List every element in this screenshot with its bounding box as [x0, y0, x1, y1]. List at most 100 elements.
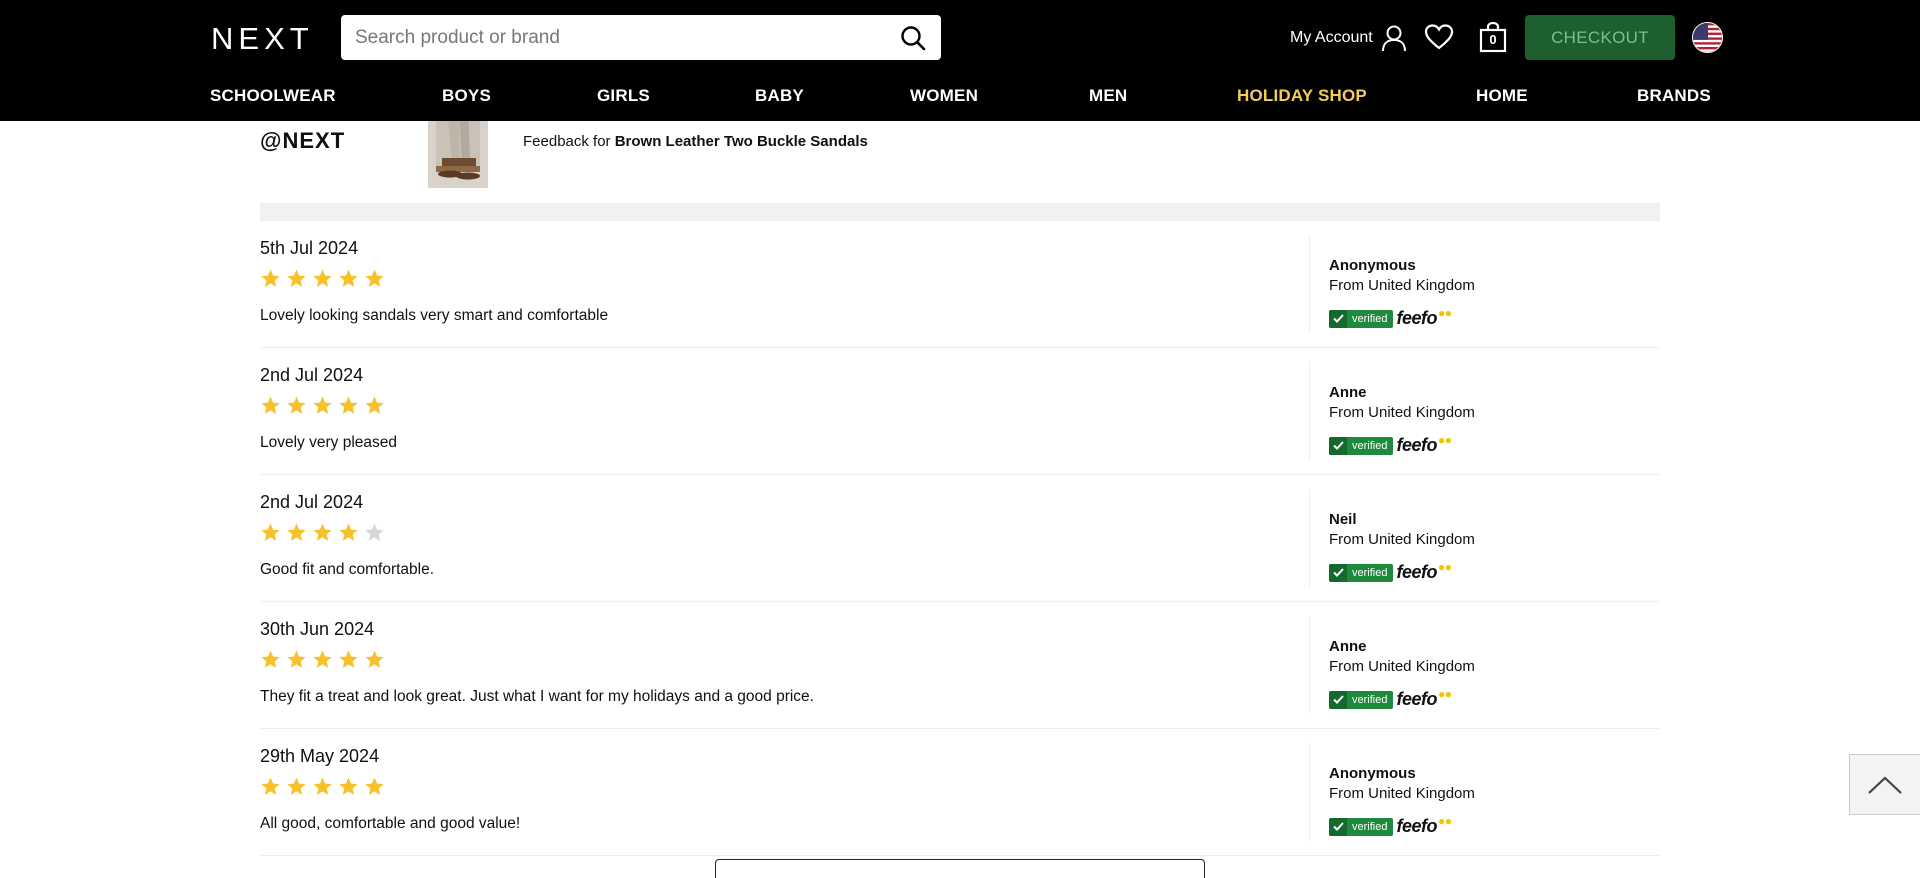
verified-badge: verified — [1329, 563, 1394, 582]
star-filled-icon — [313, 523, 332, 541]
review-author: Anonymous — [1329, 257, 1416, 274]
star-filled-icon — [287, 269, 306, 287]
verified-feefo-badge[interactable]: verified feefo●● — [1329, 433, 1452, 456]
review-rating — [260, 522, 385, 543]
review-date: 30th Jun 2024 — [260, 619, 375, 639]
feefo-eyes-icon: ●● — [1437, 560, 1452, 574]
verified-label: verified — [1352, 439, 1388, 452]
review-rating — [260, 395, 385, 416]
review-date: 29th May 2024 — [260, 746, 380, 766]
feedback-prefix: Feedback for — [523, 133, 611, 150]
nav-brands[interactable]: BRANDS — [1637, 86, 1711, 106]
star-filled-icon — [339, 777, 358, 795]
feefo-logo-text: feefo — [1396, 689, 1437, 709]
verified-feefo-badge[interactable]: verified feefo●● — [1329, 306, 1452, 329]
star-filled-icon — [261, 523, 280, 541]
verified-label: verified — [1352, 312, 1388, 325]
star-filled-icon — [261, 650, 280, 668]
review-item: 29th May 2024 All good, comfortable and g… — [260, 729, 1660, 856]
my-account-label: My Account — [1290, 29, 1373, 46]
review-date: 2nd Jul 2024 — [260, 365, 364, 385]
verified-badge: verified — [1329, 309, 1394, 328]
review-date: 5th Jul 2024 — [260, 238, 359, 258]
star-filled-icon — [287, 650, 306, 668]
nav-women[interactable]: WOMEN — [910, 86, 978, 106]
feefo-logo-text: feefo — [1396, 816, 1437, 836]
search-box — [341, 15, 941, 60]
review-divider — [1309, 489, 1310, 587]
review-text: Lovely looking sandals very smart and co… — [260, 307, 609, 324]
feefo-logo-text: feefo — [1396, 562, 1437, 582]
back-to-top-button[interactable] — [1849, 754, 1920, 815]
nav-men[interactable]: MEN — [1089, 86, 1127, 106]
review-text: All good, comfortable and good value! — [260, 815, 521, 832]
review-divider — [1309, 235, 1310, 333]
verified-feefo-badge[interactable]: verified feefo●● — [1329, 560, 1452, 583]
next-logo[interactable]: NEXT — [211, 22, 321, 52]
star-empty-icon — [365, 523, 384, 541]
feefo-logo: feefo●● — [1396, 560, 1452, 583]
review-item: 5th Jul 2024 Lovely looking sandals very … — [260, 221, 1660, 348]
star-filled-icon — [287, 777, 306, 795]
feefo-logo: feefo●● — [1396, 433, 1451, 456]
nav-home[interactable]: HOME — [1476, 86, 1528, 106]
check-icon — [1329, 817, 1347, 836]
feefo-logo-text: feefo — [1396, 435, 1437, 455]
search-input[interactable] — [355, 26, 899, 49]
star-filled-icon — [287, 523, 306, 541]
feefo-eyes-icon: ●● — [1437, 306, 1452, 320]
checkout-button[interactable]: CHECKOUT — [1525, 15, 1675, 60]
review-divider — [1309, 362, 1310, 460]
star-filled-icon — [287, 396, 306, 414]
feefo-eyes-icon: ●● — [1437, 687, 1452, 701]
review-author: Anne — [1329, 638, 1367, 655]
nav-baby[interactable]: BABY — [755, 86, 804, 106]
review-location: From United Kingdom — [1329, 658, 1475, 675]
my-account-link[interactable]: My Account — [1290, 23, 1407, 53]
load-more-button[interactable] — [715, 859, 1205, 878]
feefo-logo: feefo●● — [1396, 306, 1452, 329]
star-filled-icon — [261, 396, 280, 414]
nav-holiday-shop[interactable]: HOLIDAY SHOP — [1237, 86, 1367, 106]
star-filled-icon — [365, 269, 384, 287]
verified-feefo-badge[interactable]: verified feefo●● — [1329, 687, 1452, 710]
review-divider — [1309, 743, 1310, 841]
review-rating — [260, 649, 385, 670]
nav-girls[interactable]: GIRLS — [597, 86, 650, 106]
review-location: From United Kingdom — [1329, 785, 1475, 802]
site-header: NEXT My Account 0 CHECKOUT S — [0, 0, 1920, 121]
user-icon — [1381, 25, 1406, 52]
verified-label: verified — [1352, 820, 1388, 833]
review-text: Good fit and comfortable. — [260, 561, 435, 578]
product-name[interactable]: Brown Leather Two Buckle Sandals — [615, 133, 868, 150]
verified-feefo-badge[interactable]: verified feefo●● — [1329, 814, 1452, 837]
star-filled-icon — [261, 269, 280, 287]
feefo-logo: feefo●● — [1396, 687, 1452, 710]
reviews-divider — [260, 203, 1660, 221]
review-item: 2nd Jul 2024 Lovely very pleased Anne From … — [260, 348, 1660, 475]
review-rating — [260, 268, 385, 289]
shopping-bag-icon[interactable]: 0 — [1478, 21, 1508, 53]
nav-schoolwear[interactable]: SCHOOLWEAR — [210, 86, 336, 106]
feedback-heading: Feedback for Brown Leather Two Buckle Sa… — [523, 133, 868, 150]
feefo-eyes-icon: ●● — [1437, 814, 1452, 828]
search-icon[interactable] — [899, 24, 927, 52]
nav-boys[interactable]: BOYS — [442, 86, 491, 106]
star-filled-icon — [313, 269, 332, 287]
us-flag-icon[interactable] — [1692, 22, 1723, 53]
verified-label: verified — [1352, 693, 1388, 706]
verified-label: verified — [1352, 566, 1388, 579]
verified-badge: verified — [1329, 436, 1394, 455]
star-filled-icon — [339, 396, 358, 414]
review-author: Neil — [1329, 511, 1357, 528]
main-navigation: SCHOOLWEAR BOYS GIRLS BABY WOMEN MEN HOL… — [0, 84, 1920, 114]
bag-count: 0 — [1489, 32, 1497, 47]
star-filled-icon — [313, 650, 332, 668]
review-text: Lovely very pleased — [260, 434, 397, 451]
star-filled-icon — [365, 777, 384, 795]
star-filled-icon — [261, 777, 280, 795]
check-icon — [1329, 309, 1347, 328]
star-filled-icon — [365, 650, 384, 668]
favourites-heart-icon[interactable] — [1424, 23, 1454, 53]
svg-text:NEXT: NEXT — [211, 22, 314, 52]
